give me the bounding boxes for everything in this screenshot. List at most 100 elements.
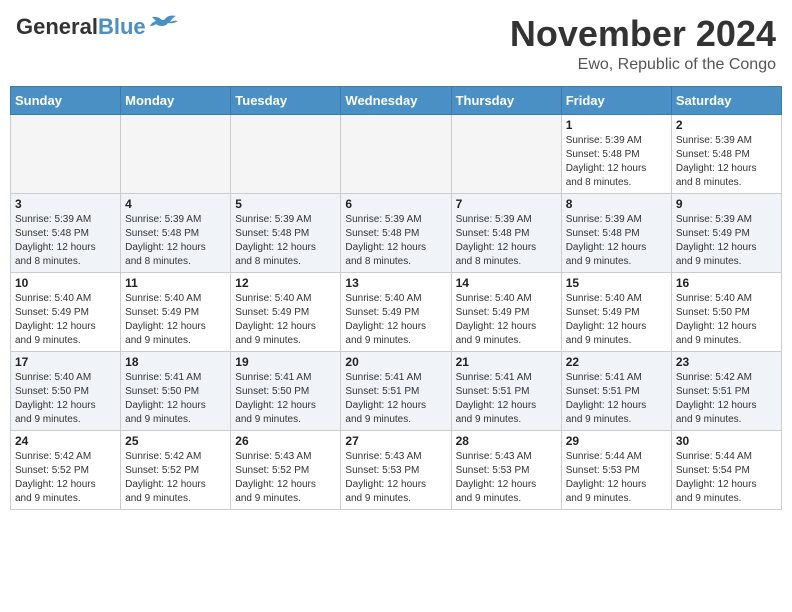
- day-number: 22: [566, 355, 667, 369]
- day-number: 19: [235, 355, 336, 369]
- day-number: 21: [456, 355, 557, 369]
- calendar-header-saturday: Saturday: [671, 86, 781, 114]
- calendar-cell: 5 Sunrise: 5:39 AMSunset: 5:48 PMDaylight…: [231, 193, 341, 272]
- day-info: Sunrise: 5:40 AMSunset: 5:49 PMDaylight:…: [456, 292, 557, 348]
- day-number: 14: [456, 276, 557, 290]
- calendar-cell: 6 Sunrise: 5:39 AMSunset: 5:48 PMDaylight…: [341, 193, 451, 272]
- day-info: Sunrise: 5:39 AMSunset: 5:49 PMDaylight:…: [676, 213, 777, 269]
- calendar-header-thursday: Thursday: [451, 86, 561, 114]
- calendar-header-row: SundayMondayTuesdayWednesdayThursdayFrid…: [11, 86, 782, 114]
- day-info: Sunrise: 5:41 AMSunset: 5:50 PMDaylight:…: [125, 371, 226, 427]
- calendar-cell: 28Sunrise: 5:43 AMSunset: 5:53 PMDayligh…: [451, 430, 561, 509]
- calendar-header-monday: Monday: [121, 86, 231, 114]
- calendar-cell: 17 Sunrise: 5:40 AMSunset: 5:50 PMDayligh…: [11, 351, 121, 430]
- day-info: Sunrise: 5:40 AMSunset: 5:49 PMDaylight:…: [566, 292, 667, 348]
- day-number: 5: [235, 197, 336, 211]
- day-number: 3: [15, 197, 116, 211]
- calendar-header-sunday: Sunday: [11, 86, 121, 114]
- calendar-week-row: 1 Sunrise: 5:39 AMSunset: 5:48 PMDaylight…: [11, 114, 782, 193]
- day-info: Sunrise: 5:41 AMSunset: 5:51 PMDaylight:…: [566, 371, 667, 427]
- location-title: Ewo, Republic of the Congo: [510, 56, 776, 74]
- day-number: 27: [345, 434, 446, 448]
- day-number: 30: [676, 434, 777, 448]
- calendar-week-row: 3 Sunrise: 5:39 AMSunset: 5:48 PMDaylight…: [11, 193, 782, 272]
- day-info: Sunrise: 5:41 AMSunset: 5:51 PMDaylight:…: [345, 371, 446, 427]
- day-info: Sunrise: 5:39 AMSunset: 5:48 PMDaylight:…: [345, 213, 446, 269]
- day-number: 17: [15, 355, 116, 369]
- day-number: 7: [456, 197, 557, 211]
- day-info: Sunrise: 5:39 AMSunset: 5:48 PMDaylight:…: [456, 213, 557, 269]
- day-info: Sunrise: 5:40 AMSunset: 5:49 PMDaylight:…: [345, 292, 446, 348]
- day-number: 1: [566, 118, 667, 132]
- day-number: 12: [235, 276, 336, 290]
- day-info: Sunrise: 5:40 AMSunset: 5:49 PMDaylight:…: [15, 292, 116, 348]
- calendar-cell: 1 Sunrise: 5:39 AMSunset: 5:48 PMDaylight…: [561, 114, 671, 193]
- day-number: 18: [125, 355, 226, 369]
- day-number: 29: [566, 434, 667, 448]
- calendar: SundayMondayTuesdayWednesdayThursdayFrid…: [10, 86, 782, 510]
- calendar-header-wednesday: Wednesday: [341, 86, 451, 114]
- day-info: Sunrise: 5:41 AMSunset: 5:51 PMDaylight:…: [456, 371, 557, 427]
- day-info: Sunrise: 5:43 AMSunset: 5:52 PMDaylight:…: [235, 450, 336, 506]
- calendar-cell: 16 Sunrise: 5:40 AMSunset: 5:50 PMDayligh…: [671, 272, 781, 351]
- day-info: Sunrise: 5:39 AMSunset: 5:48 PMDaylight:…: [566, 213, 667, 269]
- day-number: 11: [125, 276, 226, 290]
- calendar-cell: [451, 114, 561, 193]
- day-number: 10: [15, 276, 116, 290]
- calendar-cell: 29 Sunrise: 5:44 AMSunset: 5:53 PMDayligh…: [561, 430, 671, 509]
- day-info: Sunrise: 5:39 AMSunset: 5:48 PMDaylight:…: [676, 134, 777, 190]
- header: GeneralBlue November 2024 Ewo, Republic …: [10, 10, 782, 78]
- day-number: 15: [566, 276, 667, 290]
- day-number: 16: [676, 276, 777, 290]
- calendar-cell: 14 Sunrise: 5:40 AMSunset: 5:49 PMDayligh…: [451, 272, 561, 351]
- day-info: Sunrise: 5:40 AMSunset: 5:50 PMDaylight:…: [15, 371, 116, 427]
- calendar-cell: 18 Sunrise: 5:41 AMSunset: 5:50 PMDayligh…: [121, 351, 231, 430]
- calendar-cell: 24 Sunrise: 5:42 AMSunset: 5:52 PMDayligh…: [11, 430, 121, 509]
- day-info: Sunrise: 5:44 AMSunset: 5:54 PMDaylight:…: [676, 450, 777, 506]
- day-info: Sunrise: 5:41 AMSunset: 5:50 PMDaylight:…: [235, 371, 336, 427]
- calendar-cell: [341, 114, 451, 193]
- day-number: 2: [676, 118, 777, 132]
- calendar-cell: [11, 114, 121, 193]
- day-number: 23: [676, 355, 777, 369]
- calendar-cell: 20 Sunrise: 5:41 AMSunset: 5:51 PMDayligh…: [341, 351, 451, 430]
- day-number: 9: [676, 197, 777, 211]
- day-info: Sunrise: 5:40 AMSunset: 5:50 PMDaylight:…: [676, 292, 777, 348]
- calendar-week-row: 17 Sunrise: 5:40 AMSunset: 5:50 PMDayligh…: [11, 351, 782, 430]
- calendar-cell: 23Sunrise: 5:42 AMSunset: 5:51 PMDayligh…: [671, 351, 781, 430]
- day-info: Sunrise: 5:39 AMSunset: 5:48 PMDaylight:…: [125, 213, 226, 269]
- day-info: Sunrise: 5:39 AMSunset: 5:48 PMDaylight:…: [235, 213, 336, 269]
- calendar-cell: 10 Sunrise: 5:40 AMSunset: 5:49 PMDayligh…: [11, 272, 121, 351]
- day-info: Sunrise: 5:39 AMSunset: 5:48 PMDaylight:…: [566, 134, 667, 190]
- day-number: 20: [345, 355, 446, 369]
- calendar-cell: 15 Sunrise: 5:40 AMSunset: 5:49 PMDayligh…: [561, 272, 671, 351]
- calendar-header-friday: Friday: [561, 86, 671, 114]
- day-number: 26: [235, 434, 336, 448]
- calendar-cell: 25 Sunrise: 5:42 AMSunset: 5:52 PMDayligh…: [121, 430, 231, 509]
- logo-text: GeneralBlue: [16, 14, 146, 40]
- calendar-week-row: 24 Sunrise: 5:42 AMSunset: 5:52 PMDayligh…: [11, 430, 782, 509]
- month-title: November 2024: [510, 14, 776, 54]
- day-number: 28: [456, 434, 557, 448]
- calendar-cell: 21 Sunrise: 5:41 AMSunset: 5:51 PMDayligh…: [451, 351, 561, 430]
- day-number: 6: [345, 197, 446, 211]
- calendar-cell: 30 Sunrise: 5:44 AMSunset: 5:54 PMDayligh…: [671, 430, 781, 509]
- day-info: Sunrise: 5:42 AMSunset: 5:52 PMDaylight:…: [15, 450, 116, 506]
- calendar-cell: 2 Sunrise: 5:39 AMSunset: 5:48 PMDaylight…: [671, 114, 781, 193]
- day-number: 13: [345, 276, 446, 290]
- calendar-cell: 11 Sunrise: 5:40 AMSunset: 5:49 PMDayligh…: [121, 272, 231, 351]
- day-info: Sunrise: 5:42 AMSunset: 5:52 PMDaylight:…: [125, 450, 226, 506]
- day-number: 4: [125, 197, 226, 211]
- day-number: 8: [566, 197, 667, 211]
- calendar-cell: 13 Sunrise: 5:40 AMSunset: 5:49 PMDayligh…: [341, 272, 451, 351]
- calendar-cell: 3Sunrise: 5:39 AMSunset: 5:48 PMDaylight…: [11, 193, 121, 272]
- day-info: Sunrise: 5:44 AMSunset: 5:53 PMDaylight:…: [566, 450, 667, 506]
- day-number: 25: [125, 434, 226, 448]
- calendar-week-row: 10 Sunrise: 5:40 AMSunset: 5:49 PMDayligh…: [11, 272, 782, 351]
- calendar-cell: 22 Sunrise: 5:41 AMSunset: 5:51 PMDayligh…: [561, 351, 671, 430]
- day-info: Sunrise: 5:40 AMSunset: 5:49 PMDaylight:…: [125, 292, 226, 348]
- calendar-cell: 12Sunrise: 5:40 AMSunset: 5:49 PMDayligh…: [231, 272, 341, 351]
- logo: GeneralBlue: [16, 14, 180, 40]
- day-info: Sunrise: 5:43 AMSunset: 5:53 PMDaylight:…: [345, 450, 446, 506]
- day-number: 24: [15, 434, 116, 448]
